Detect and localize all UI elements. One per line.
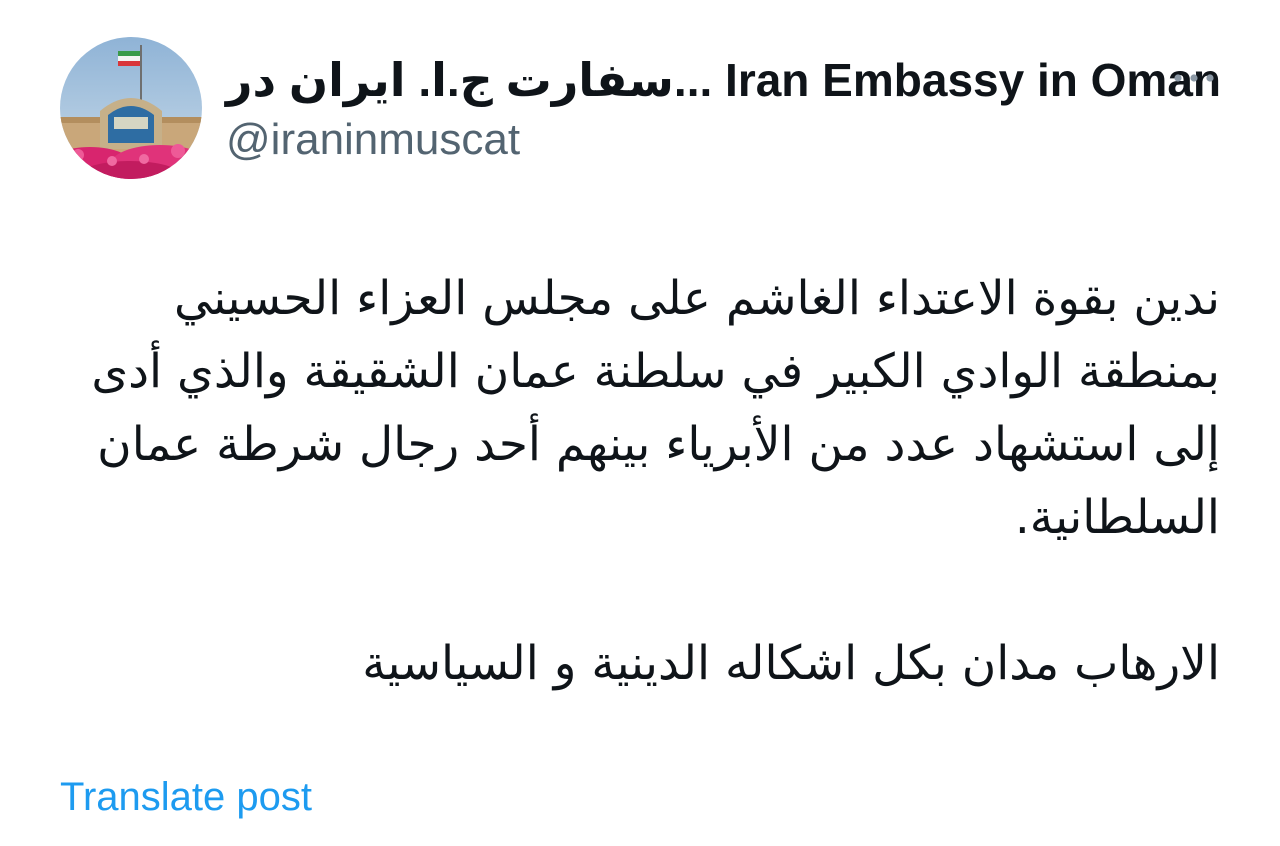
translate-post-link[interactable]: Translate post [60, 772, 312, 822]
author-handle[interactable]: @iraninmuscat [226, 113, 520, 167]
post-paragraph: الارهاب مدان بكل اشكاله الدينية و السياس… [362, 636, 1220, 691]
author-display-name[interactable]: سفارت ج.ا. ایران در... Iran Embassy in O… [226, 52, 1221, 108]
embassy-building-avatar [60, 37, 202, 179]
ellipsis-icon [1174, 74, 1214, 82]
post-paragraph: ندين بقوة الاعتداء الغاشم على مجلس العزا… [91, 271, 1220, 545]
more-options-button[interactable] [1168, 62, 1220, 94]
post-text: ندين بقوة الاعتداء الغاشم على مجلس العزا… [80, 262, 1220, 700]
author-avatar[interactable] [60, 37, 202, 179]
